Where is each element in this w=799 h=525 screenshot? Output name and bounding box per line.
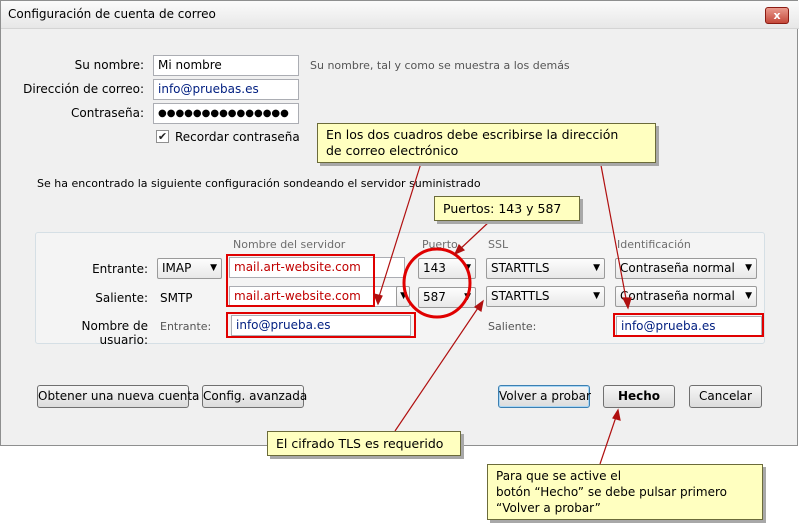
- hecho-callout-line: [599, 413, 618, 465]
- tls-callout-line: [394, 304, 481, 432]
- email-callout: En los dos cuadros debe escribirse la di…: [317, 123, 656, 163]
- hecho-callout-line3: “Volver a probar”: [496, 501, 601, 515]
- ports-callout: Puertos: 143 y 587: [434, 196, 580, 221]
- tls-callout: El cifrado TLS es requerido: [267, 431, 461, 456]
- port-highlight-circle: [402, 247, 472, 319]
- hecho-callout-line1: Para que se active el: [496, 469, 622, 483]
- email-callout-line-right: [599, 159, 628, 305]
- email-callout-line2: de correo electrónico: [326, 143, 459, 158]
- hecho-callout: Para que se active el botón “Hecho” se d…: [487, 464, 763, 520]
- arrow-head-icon: [612, 408, 621, 421]
- ports-callout-line: [457, 220, 491, 252]
- arrow-head-icon: [373, 293, 383, 306]
- hecho-callout-line2: botón “Hecho” se debe pulsar primero: [496, 485, 727, 499]
- email-callout-line-left: [377, 159, 423, 301]
- email-callout-line1: En los dos cuadros debe escribirse la di…: [326, 127, 619, 142]
- arrow-head-icon: [622, 297, 632, 310]
- arrow-head-icon: [473, 299, 484, 312]
